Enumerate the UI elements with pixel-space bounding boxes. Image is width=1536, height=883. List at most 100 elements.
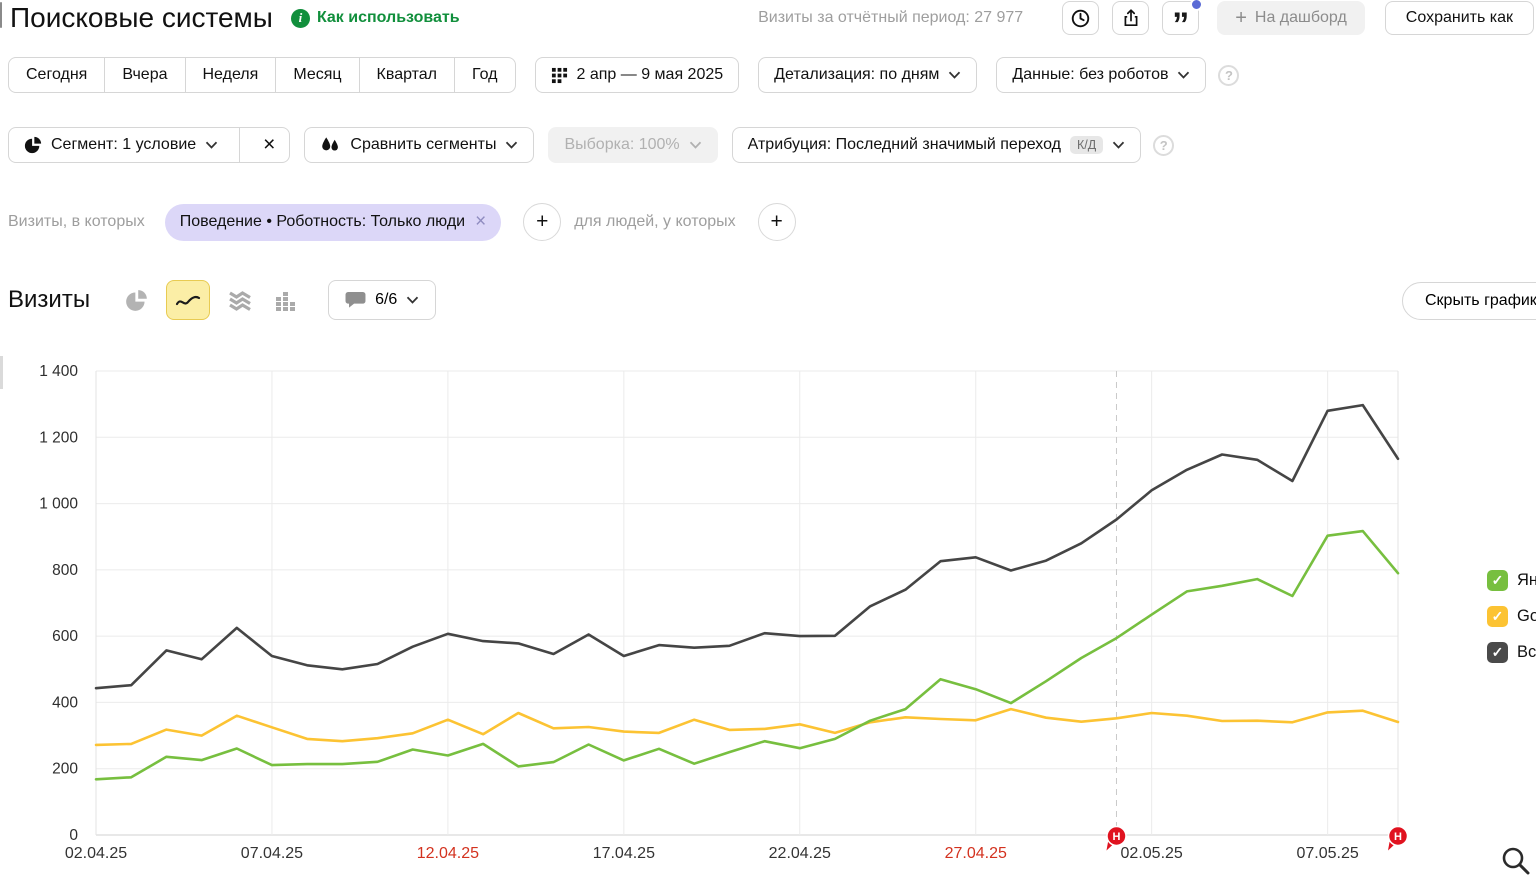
svg-text:1 200: 1 200 [39,429,78,446]
chevron-down-icon [406,296,419,304]
chart-header: Визиты 6/6 [8,279,436,321]
drops-compare-icon [320,136,341,155]
date-range-button[interactable]: 2 апр — 9 мая 2025 [535,57,740,93]
how-to-use-link[interactable]: i Как использовать [291,9,460,28]
svg-text:17.04.25: 17.04.25 [593,845,655,862]
chip-remove-icon[interactable]: × [475,211,486,233]
line-chart-icon [175,291,201,309]
add-people-condition-button[interactable]: + [758,203,796,241]
series-Google [96,709,1398,745]
filter-bar: Визиты, в которых Поведение • Роботность… [8,203,796,241]
segment-condition-chip[interactable]: Поведение • Роботность: Только люди × [165,204,502,241]
divider [239,128,240,162]
legend-checkbox[interactable]: ✓ [1487,570,1508,591]
speech-bubble-icon [345,291,366,310]
comments-icon: ” [1172,7,1189,29]
svg-text:12.04.25: 12.04.25 [417,845,479,862]
plus-icon: + [1235,10,1247,26]
chart-type-stacked-area-button[interactable] [224,284,256,316]
svg-text:Н: Н [1394,831,1402,843]
how-to-use-label: Как использовать [317,9,460,27]
report-header: Поисковые системы i Как использовать Виз… [10,0,1534,36]
svg-text:400: 400 [52,694,78,711]
preset-button-4[interactable]: Квартал [359,58,454,92]
legend-label: Яндекс [1517,571,1536,590]
clipped-left-edge-element [0,2,2,28]
x-axis-labels: 02.04.25 07.04.25 12.04.25 17.04.25 22.04.25… [65,845,1359,862]
svg-text:600: 600 [52,628,78,645]
page-title: Поисковые системы [10,2,273,34]
svg-text:07.04.25: 07.04.25 [241,845,303,862]
help-icon[interactable]: ? [1218,65,1239,86]
pie-segment-icon [24,136,42,154]
svg-text:800: 800 [52,562,78,579]
info-icon: i [291,9,310,28]
notification-dot [1190,0,1203,11]
add-to-dashboard-button[interactable]: + На дашборд [1217,1,1365,35]
chevron-down-icon [689,141,702,149]
legend-checkbox[interactable]: ✓ [1487,642,1508,663]
series-Яндекс [96,531,1398,779]
clock-icon [1070,8,1091,29]
calendar-grid-icon [551,67,568,84]
export-icon [1121,8,1141,28]
add-visit-condition-button[interactable]: + [523,203,561,241]
segment-toolbar: Сегмент: 1 условие × Сравнить сегменты В… [8,127,1174,163]
svg-text:Н: Н [1113,831,1121,843]
chart-comments-button[interactable]: 6/6 [328,280,436,320]
chart-type-line-button[interactable] [166,280,210,320]
compare-segments-dropdown[interactable]: Сравнить сегменты [304,127,534,163]
bar-chart-icon [274,289,298,311]
svg-text:1 400: 1 400 [39,363,78,380]
legend-item-Яндекс[interactable]: ✓ Яндекс [1487,570,1536,591]
chevron-down-icon [205,141,218,149]
history-button[interactable] [1062,1,1099,35]
legend-item-Google[interactable]: ✓ Google [1487,606,1536,627]
save-as-button[interactable]: Сохранить как [1385,1,1534,35]
preset-button-2[interactable]: Неделя [185,58,276,92]
svg-text:1 000: 1 000 [39,496,78,513]
attribution-dropdown[interactable]: Атрибуция: Последний значимый переход К/… [732,127,1142,163]
svg-text:22.04.25: 22.04.25 [769,845,831,862]
period-visits-summary: Визиты за отчётный период: 27 977 [758,9,1023,27]
legend-item-Всего[interactable]: ✓ Всего [1487,642,1536,663]
preset-button-5[interactable]: Год [454,58,514,92]
chart-title: Визиты [8,286,90,314]
svg-text:27.04.25: 27.04.25 [945,845,1007,862]
chart-legend: ✓ Яндекс ✓ Google ✓ Всего [1487,570,1536,678]
attribution-badge: К/Д [1070,136,1103,154]
comments-button[interactable]: ” [1162,1,1199,35]
holiday-marker[interactable]: Н [1388,827,1408,851]
svg-text:0: 0 [69,827,78,844]
chevron-down-icon [505,141,518,149]
svg-text:200: 200 [52,761,78,778]
legend-label: Всего [1517,643,1536,662]
preset-button-3[interactable]: Месяц [275,58,358,92]
hide-chart-button[interactable]: Скрыть график [1402,282,1536,320]
chevron-down-icon [1112,141,1125,149]
data-mode-dropdown[interactable]: Данные: без роботов [996,57,1206,93]
help-icon[interactable]: ? [1153,135,1174,156]
stacked-areas-icon [227,288,253,312]
legend-label: Google [1517,607,1536,626]
chart-type-pie-button[interactable] [120,284,152,316]
segment-dropdown[interactable]: Сегмент: 1 условие × [8,127,290,163]
visits-filter-label: Визиты, в которых [8,213,145,231]
preset-button-0[interactable]: Сегодня [9,58,104,92]
svg-text:02.04.25: 02.04.25 [65,845,127,862]
series-Всего [96,405,1398,688]
chart-type-bars-button[interactable] [270,284,302,316]
svg-text:07.05.25: 07.05.25 [1296,845,1358,862]
legend-checkbox[interactable]: ✓ [1487,606,1508,627]
export-button[interactable] [1112,1,1149,35]
detalization-dropdown[interactable]: Детализация: по дням [758,57,977,93]
sampling-dropdown[interactable]: Выборка: 100% [548,127,717,163]
chevron-down-icon [1177,71,1190,79]
zoom-search-icon[interactable] [1500,845,1532,882]
people-filter-label: для людей, у которых [574,213,735,231]
chevron-down-icon [948,71,961,79]
segment-clear-button[interactable]: × [249,133,289,157]
svg-text:02.05.25: 02.05.25 [1121,845,1183,862]
preset-button-1[interactable]: Вчера [104,58,184,92]
chart-grid: 0 200 400 600 800 1 000 1 200 1 400 [39,363,1398,844]
